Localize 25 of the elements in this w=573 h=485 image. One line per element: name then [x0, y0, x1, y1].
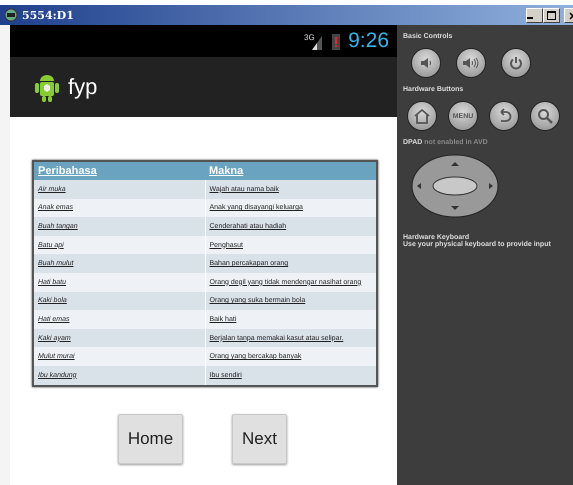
column-header: Peribahasa	[34, 162, 205, 180]
nav-button[interactable]: Next	[232, 414, 287, 464]
search-hardware-button[interactable]	[530, 101, 560, 131]
house-icon	[413, 108, 431, 124]
emulator-icon	[4, 8, 18, 22]
volume-down-button[interactable]	[411, 48, 441, 78]
speaker-icon	[418, 56, 434, 70]
nav-button[interactable]: Home	[118, 414, 183, 464]
android-robot-icon	[34, 72, 60, 102]
maximize-button[interactable]	[543, 8, 560, 22]
app-title: fyp	[68, 74, 98, 100]
column-header: Makna	[205, 162, 376, 180]
power-button[interactable]	[501, 48, 531, 78]
minimize-icon	[527, 17, 533, 19]
home-hardware-button[interactable]	[407, 101, 437, 131]
power-icon	[509, 56, 523, 70]
volume-up-button[interactable]	[456, 48, 486, 78]
maximize-icon	[547, 11, 556, 20]
status-time: 9:26	[348, 29, 389, 53]
battery-icon	[332, 32, 340, 50]
minimize-button[interactable]	[526, 8, 543, 22]
back-hardware-button[interactable]	[489, 101, 519, 131]
search-icon	[537, 108, 553, 124]
loud-speaker-icon	[462, 56, 480, 70]
window-title: 5554:D1	[22, 8, 74, 22]
